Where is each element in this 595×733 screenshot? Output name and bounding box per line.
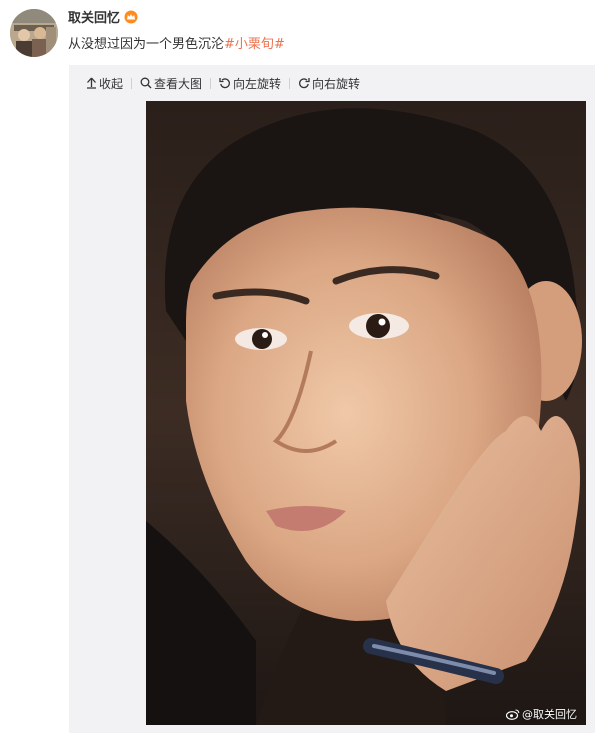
rotate-right-label: 向右旋转 bbox=[312, 76, 361, 91]
weibo-post: 取关回忆 从没想过因为一个男色沉沦#小栗旬# 收起 查看大图 向左旋转 向右旋转 bbox=[0, 0, 595, 733]
collapse-label: 收起 bbox=[99, 76, 124, 91]
rotate-right-icon bbox=[299, 78, 310, 89]
toolbar-divider bbox=[289, 77, 291, 89]
collapse-icon bbox=[87, 77, 96, 89]
post-photo[interactable] bbox=[146, 101, 586, 725]
username[interactable]: 取关回忆 bbox=[68, 10, 138, 30]
watermark-text: @取关回忆 bbox=[522, 708, 577, 721]
rotate-right-button[interactable]: 向右旋转 bbox=[298, 75, 360, 92]
rotate-left-label: 向左旋转 bbox=[233, 76, 282, 91]
weibo-icon bbox=[506, 709, 520, 720]
rotate-left-icon bbox=[219, 78, 230, 89]
image-watermark: @取关回忆 bbox=[506, 706, 577, 722]
post-text-body: 从没想过因为一个男色沉沦 bbox=[68, 37, 225, 52]
post-text: 从没想过因为一个男色沉沦#小栗旬# bbox=[68, 36, 285, 54]
collapse-button[interactable]: 收起 bbox=[86, 75, 123, 92]
image-toolbar: 收起 查看大图 向左旋转 向右旋转 bbox=[86, 73, 360, 93]
hashtag-link[interactable]: #小栗旬# bbox=[224, 37, 285, 52]
view-large-label: 查看大图 bbox=[154, 76, 203, 91]
toolbar-divider bbox=[131, 77, 133, 89]
username-text[interactable]: 取关回忆 bbox=[68, 11, 120, 26]
avatar[interactable] bbox=[10, 9, 58, 57]
search-icon bbox=[140, 77, 152, 89]
crown-badge-icon bbox=[124, 10, 138, 30]
toolbar-divider bbox=[210, 77, 212, 89]
rotate-left-button[interactable]: 向左旋转 bbox=[219, 75, 281, 92]
view-large-button[interactable]: 查看大图 bbox=[140, 75, 202, 92]
